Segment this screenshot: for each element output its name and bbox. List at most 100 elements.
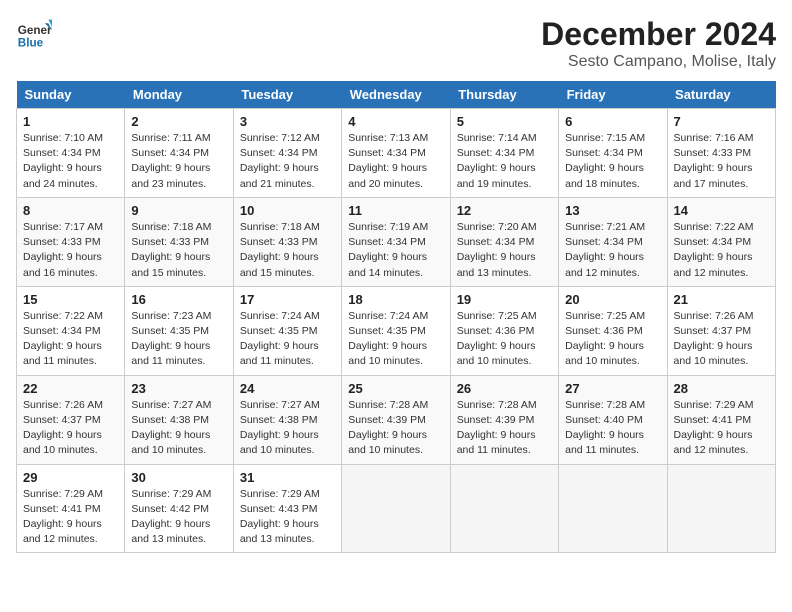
calendar-cell: 25 Sunrise: 7:28 AM Sunset: 4:39 PM Dayl… xyxy=(342,375,450,464)
day-number: 14 xyxy=(674,203,769,218)
calendar-cell: 13 Sunrise: 7:21 AM Sunset: 4:34 PM Dayl… xyxy=(559,197,667,286)
day-details: Sunrise: 7:28 AM Sunset: 4:40 PM Dayligh… xyxy=(565,398,660,459)
day-details: Sunrise: 7:25 AM Sunset: 4:36 PM Dayligh… xyxy=(457,309,552,370)
week-row-2: 8 Sunrise: 7:17 AM Sunset: 4:33 PM Dayli… xyxy=(17,197,776,286)
calendar-cell: 27 Sunrise: 7:28 AM Sunset: 4:40 PM Dayl… xyxy=(559,375,667,464)
calendar-cell: 9 Sunrise: 7:18 AM Sunset: 4:33 PM Dayli… xyxy=(125,197,233,286)
day-details: Sunrise: 7:22 AM Sunset: 4:34 PM Dayligh… xyxy=(23,309,118,370)
day-details: Sunrise: 7:29 AM Sunset: 4:43 PM Dayligh… xyxy=(240,487,335,548)
calendar-cell xyxy=(342,464,450,553)
calendar-cell: 29 Sunrise: 7:29 AM Sunset: 4:41 PM Dayl… xyxy=(17,464,125,553)
day-number: 15 xyxy=(23,292,118,307)
day-details: Sunrise: 7:29 AM Sunset: 4:42 PM Dayligh… xyxy=(131,487,226,548)
calendar-cell: 1 Sunrise: 7:10 AM Sunset: 4:34 PM Dayli… xyxy=(17,109,125,198)
day-number: 11 xyxy=(348,203,443,218)
logo: General Blue xyxy=(16,16,52,52)
calendar-cell: 6 Sunrise: 7:15 AM Sunset: 4:34 PM Dayli… xyxy=(559,109,667,198)
day-details: Sunrise: 7:28 AM Sunset: 4:39 PM Dayligh… xyxy=(348,398,443,459)
day-number: 29 xyxy=(23,470,118,485)
calendar-cell: 21 Sunrise: 7:26 AM Sunset: 4:37 PM Dayl… xyxy=(667,286,775,375)
calendar-cell: 24 Sunrise: 7:27 AM Sunset: 4:38 PM Dayl… xyxy=(233,375,341,464)
day-details: Sunrise: 7:10 AM Sunset: 4:34 PM Dayligh… xyxy=(23,131,118,192)
day-details: Sunrise: 7:29 AM Sunset: 4:41 PM Dayligh… xyxy=(23,487,118,548)
day-details: Sunrise: 7:25 AM Sunset: 4:36 PM Dayligh… xyxy=(565,309,660,370)
calendar-header-row: SundayMondayTuesdayWednesdayThursdayFrid… xyxy=(17,81,776,109)
day-number: 30 xyxy=(131,470,226,485)
day-details: Sunrise: 7:26 AM Sunset: 4:37 PM Dayligh… xyxy=(674,309,769,370)
day-details: Sunrise: 7:19 AM Sunset: 4:34 PM Dayligh… xyxy=(348,220,443,281)
logo-icon: General Blue xyxy=(16,16,52,52)
day-number: 8 xyxy=(23,203,118,218)
day-number: 26 xyxy=(457,381,552,396)
day-number: 16 xyxy=(131,292,226,307)
day-number: 21 xyxy=(674,292,769,307)
day-number: 1 xyxy=(23,114,118,129)
day-number: 17 xyxy=(240,292,335,307)
calendar-cell: 11 Sunrise: 7:19 AM Sunset: 4:34 PM Dayl… xyxy=(342,197,450,286)
day-number: 20 xyxy=(565,292,660,307)
calendar-table: SundayMondayTuesdayWednesdayThursdayFrid… xyxy=(16,81,776,553)
day-details: Sunrise: 7:18 AM Sunset: 4:33 PM Dayligh… xyxy=(131,220,226,281)
day-details: Sunrise: 7:29 AM Sunset: 4:41 PM Dayligh… xyxy=(674,398,769,459)
day-number: 22 xyxy=(23,381,118,396)
calendar-cell: 19 Sunrise: 7:25 AM Sunset: 4:36 PM Dayl… xyxy=(450,286,558,375)
day-number: 18 xyxy=(348,292,443,307)
day-number: 24 xyxy=(240,381,335,396)
day-details: Sunrise: 7:23 AM Sunset: 4:35 PM Dayligh… xyxy=(131,309,226,370)
calendar-cell: 5 Sunrise: 7:14 AM Sunset: 4:34 PM Dayli… xyxy=(450,109,558,198)
day-details: Sunrise: 7:20 AM Sunset: 4:34 PM Dayligh… xyxy=(457,220,552,281)
title-area: December 2024 Sesto Campano, Molise, Ita… xyxy=(541,16,776,71)
calendar-cell: 4 Sunrise: 7:13 AM Sunset: 4:34 PM Dayli… xyxy=(342,109,450,198)
day-number: 4 xyxy=(348,114,443,129)
col-header-tuesday: Tuesday xyxy=(233,81,341,109)
day-details: Sunrise: 7:16 AM Sunset: 4:33 PM Dayligh… xyxy=(674,131,769,192)
day-number: 5 xyxy=(457,114,552,129)
calendar-cell: 10 Sunrise: 7:18 AM Sunset: 4:33 PM Dayl… xyxy=(233,197,341,286)
day-number: 25 xyxy=(348,381,443,396)
day-number: 10 xyxy=(240,203,335,218)
day-details: Sunrise: 7:15 AM Sunset: 4:34 PM Dayligh… xyxy=(565,131,660,192)
col-header-monday: Monday xyxy=(125,81,233,109)
location-subtitle: Sesto Campano, Molise, Italy xyxy=(541,53,776,71)
week-row-1: 1 Sunrise: 7:10 AM Sunset: 4:34 PM Dayli… xyxy=(17,109,776,198)
calendar-cell: 16 Sunrise: 7:23 AM Sunset: 4:35 PM Dayl… xyxy=(125,286,233,375)
calendar-cell: 14 Sunrise: 7:22 AM Sunset: 4:34 PM Dayl… xyxy=(667,197,775,286)
calendar-cell: 30 Sunrise: 7:29 AM Sunset: 4:42 PM Dayl… xyxy=(125,464,233,553)
col-header-thursday: Thursday xyxy=(450,81,558,109)
calendar-cell: 15 Sunrise: 7:22 AM Sunset: 4:34 PM Dayl… xyxy=(17,286,125,375)
calendar-cell: 8 Sunrise: 7:17 AM Sunset: 4:33 PM Dayli… xyxy=(17,197,125,286)
week-row-4: 22 Sunrise: 7:26 AM Sunset: 4:37 PM Dayl… xyxy=(17,375,776,464)
calendar-cell: 31 Sunrise: 7:29 AM Sunset: 4:43 PM Dayl… xyxy=(233,464,341,553)
day-details: Sunrise: 7:24 AM Sunset: 4:35 PM Dayligh… xyxy=(348,309,443,370)
calendar-cell: 18 Sunrise: 7:24 AM Sunset: 4:35 PM Dayl… xyxy=(342,286,450,375)
calendar-cell xyxy=(450,464,558,553)
calendar-cell: 12 Sunrise: 7:20 AM Sunset: 4:34 PM Dayl… xyxy=(450,197,558,286)
svg-text:Blue: Blue xyxy=(18,37,44,50)
day-details: Sunrise: 7:24 AM Sunset: 4:35 PM Dayligh… xyxy=(240,309,335,370)
calendar-cell xyxy=(559,464,667,553)
day-details: Sunrise: 7:14 AM Sunset: 4:34 PM Dayligh… xyxy=(457,131,552,192)
calendar-cell xyxy=(667,464,775,553)
day-details: Sunrise: 7:12 AM Sunset: 4:34 PM Dayligh… xyxy=(240,131,335,192)
day-number: 2 xyxy=(131,114,226,129)
day-details: Sunrise: 7:27 AM Sunset: 4:38 PM Dayligh… xyxy=(131,398,226,459)
day-details: Sunrise: 7:22 AM Sunset: 4:34 PM Dayligh… xyxy=(674,220,769,281)
calendar-cell: 26 Sunrise: 7:28 AM Sunset: 4:39 PM Dayl… xyxy=(450,375,558,464)
day-details: Sunrise: 7:17 AM Sunset: 4:33 PM Dayligh… xyxy=(23,220,118,281)
calendar-cell: 28 Sunrise: 7:29 AM Sunset: 4:41 PM Dayl… xyxy=(667,375,775,464)
col-header-sunday: Sunday xyxy=(17,81,125,109)
day-number: 6 xyxy=(565,114,660,129)
header: General Blue December 2024 Sesto Campano… xyxy=(16,16,776,71)
day-details: Sunrise: 7:11 AM Sunset: 4:34 PM Dayligh… xyxy=(131,131,226,192)
svg-text:General: General xyxy=(18,24,52,37)
day-number: 28 xyxy=(674,381,769,396)
day-number: 27 xyxy=(565,381,660,396)
day-details: Sunrise: 7:26 AM Sunset: 4:37 PM Dayligh… xyxy=(23,398,118,459)
calendar-cell: 7 Sunrise: 7:16 AM Sunset: 4:33 PM Dayli… xyxy=(667,109,775,198)
day-details: Sunrise: 7:28 AM Sunset: 4:39 PM Dayligh… xyxy=(457,398,552,459)
week-row-3: 15 Sunrise: 7:22 AM Sunset: 4:34 PM Dayl… xyxy=(17,286,776,375)
day-number: 13 xyxy=(565,203,660,218)
day-details: Sunrise: 7:27 AM Sunset: 4:38 PM Dayligh… xyxy=(240,398,335,459)
day-number: 23 xyxy=(131,381,226,396)
day-details: Sunrise: 7:18 AM Sunset: 4:33 PM Dayligh… xyxy=(240,220,335,281)
